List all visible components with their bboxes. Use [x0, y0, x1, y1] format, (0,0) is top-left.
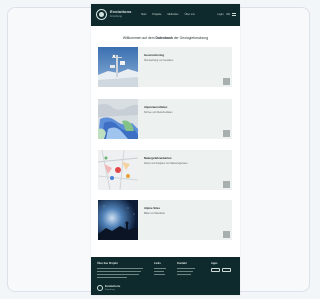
card-description: Karten und Analysen von Naturereignissen	[144, 163, 188, 165]
content-card-geomonitoring[interactable]: Geomonitoring Überwachung von Geodaten	[98, 47, 232, 87]
footer-link[interactable]	[154, 268, 166, 269]
thumbnail-night-sky-image	[98, 200, 138, 240]
brand-name[interactable]: Evolutions	[110, 10, 131, 14]
nav-item-projects[interactable]: Projekte	[152, 13, 161, 17]
footer-logo-icon[interactable]	[97, 285, 103, 291]
footer-apps-title: Apps	[211, 262, 218, 265]
footer-brand-name[interactable]: Evolutions	[105, 285, 120, 288]
arrow-button[interactable]	[223, 130, 230, 137]
footer-text-line	[97, 274, 139, 275]
footer-brand-subtitle: Forschung	[105, 289, 115, 291]
footer-links-title: Links	[154, 262, 161, 265]
card-description: Schnee und Gletscherdaten	[144, 112, 173, 114]
headline-prefix: Willkommen auf dem	[122, 36, 156, 40]
site-header: Evolutions Forschung Start Projekte Meth…	[91, 4, 240, 26]
main-nav: Start Projekte Methoden Über uns	[141, 13, 195, 17]
headline-suffix: der Geologieforschung	[172, 36, 209, 40]
google-play-badge[interactable]	[222, 268, 231, 272]
footer-link[interactable]	[154, 274, 165, 275]
footer-contact-line	[177, 271, 193, 272]
footer-about-title: Über das Projekt	[97, 262, 118, 265]
site-footer: Über das Projekt Links Kontakt Apps Evol…	[91, 257, 240, 295]
brand-logo-icon[interactable]	[96, 9, 107, 20]
arrow-button[interactable]	[223, 181, 230, 188]
content-card-hazard-maps[interactable]: Naturgefahrenkarten Karten und Analysen …	[98, 150, 232, 190]
card-title: Geomonitoring	[144, 53, 165, 57]
footer-contact-line	[177, 268, 195, 269]
card-title: Alpenraum-Daten	[144, 105, 168, 109]
footer-text-line	[97, 271, 141, 272]
card-description: Überwachung von Geodaten	[144, 60, 174, 62]
footer-contact-title: Kontakt	[177, 262, 187, 265]
language-switch[interactable]: DE	[227, 13, 230, 17]
nav-item-methods[interactable]: Methoden	[167, 13, 178, 17]
thumbnail-hazard-map-image	[98, 150, 138, 190]
footer-text-line	[97, 268, 143, 269]
nav-item-about[interactable]: Über uns	[185, 13, 195, 17]
thumbnail-station-image	[98, 47, 138, 87]
card-description: Bilder und Standorte	[144, 213, 165, 215]
header-actions: Login DE	[217, 13, 230, 17]
card-title: Naturgefahrenkarten	[144, 156, 172, 160]
card-title: Alpine Sites	[144, 206, 161, 210]
footer-text-line	[97, 277, 127, 278]
content-card-alpine-sites[interactable]: Alpine Sites Bilder und Standorte	[98, 200, 232, 240]
arrow-button[interactable]	[223, 78, 230, 85]
website-page-preview: Evolutions Forschung Start Projekte Meth…	[91, 4, 240, 295]
footer-contact-line	[177, 274, 191, 275]
menu-icon[interactable]	[232, 13, 236, 16]
content-card-alpine-data[interactable]: Alpenraum-Daten Schnee und Gletscherdate…	[98, 99, 232, 139]
headline-highlight: Datenbank	[155, 36, 173, 40]
brand-subtitle: Forschung	[110, 15, 122, 18]
login-link[interactable]: Login	[217, 13, 223, 17]
footer-link[interactable]	[154, 271, 164, 272]
nav-item-start[interactable]: Start	[141, 13, 146, 17]
page-headline: Willkommen auf dem Datenbank der Geologi…	[97, 36, 234, 40]
arrow-button[interactable]	[223, 231, 230, 238]
app-store-badge[interactable]	[211, 268, 220, 272]
thumbnail-map-image	[98, 99, 138, 139]
